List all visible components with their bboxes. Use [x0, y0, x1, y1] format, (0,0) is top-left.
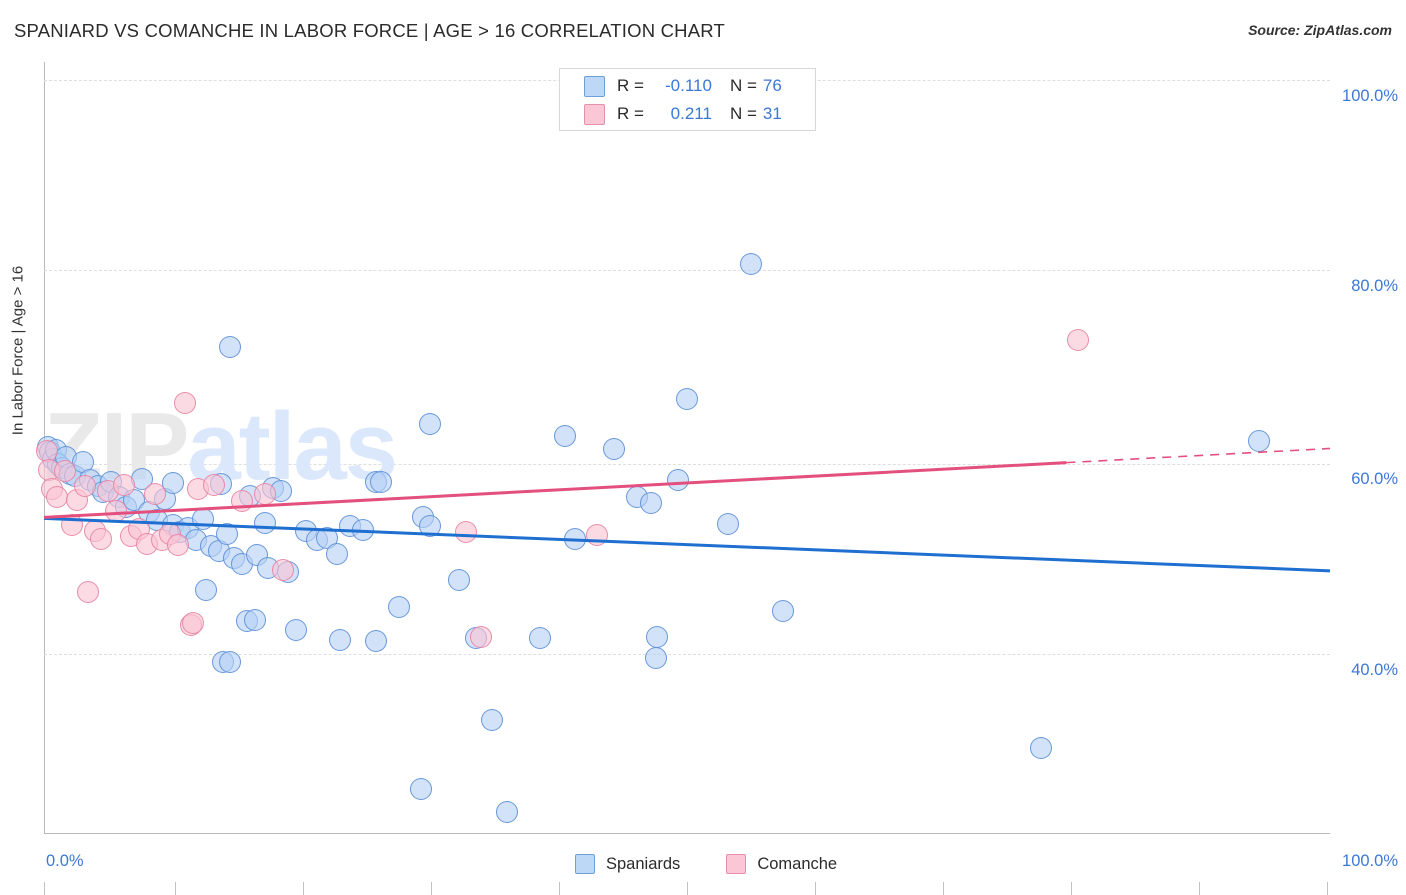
data-point-comanche — [182, 612, 205, 635]
data-point-spaniards — [676, 387, 698, 410]
x-tick — [559, 882, 560, 895]
data-point-spaniards — [564, 527, 587, 550]
data-point-comanche — [105, 499, 128, 522]
x-tick — [175, 882, 176, 895]
data-point-spaniards — [495, 800, 518, 823]
chart-header: SPANIARD VS COMANCHE IN LABOR FORCE | AG… — [0, 0, 1406, 56]
data-point-spaniards — [326, 543, 349, 566]
y-axis-tick-label: 60.0% — [1351, 470, 1398, 488]
data-point-comanche — [61, 514, 84, 537]
x-tick — [943, 882, 944, 895]
data-point-spaniards — [529, 626, 552, 649]
data-point-spaniards — [219, 651, 242, 674]
series-legend: Spaniards Comanche — [575, 851, 883, 877]
data-point-spaniards — [717, 513, 740, 536]
x-tick — [44, 882, 45, 895]
data-point-comanche — [143, 483, 166, 506]
gridline-60 — [44, 464, 1330, 465]
stats-n-label: N = — [729, 76, 757, 95]
data-point-spaniards — [553, 424, 576, 447]
legend-swatch-comanche — [726, 854, 747, 874]
data-point-comanche — [231, 489, 254, 512]
data-point-spaniards — [285, 619, 308, 642]
stats-n-label: N = — [729, 104, 757, 123]
stats-swatch-comanche — [584, 103, 605, 125]
data-point-comanche — [89, 527, 112, 550]
data-point-comanche — [202, 474, 225, 497]
legend-swatch-spaniards — [575, 854, 595, 874]
stats-row-comanche: R = 0.211 N = 31 — [560, 100, 817, 128]
data-point-spaniards — [448, 568, 471, 591]
data-point-spaniards — [215, 522, 238, 545]
data-point-spaniards — [351, 519, 374, 542]
data-point-comanche — [166, 533, 189, 556]
stats-r-value: 0.211 — [670, 104, 712, 123]
data-point-spaniards — [480, 709, 503, 732]
data-point-comanche — [454, 520, 477, 543]
y-axis-tick-label: 100.0% — [1342, 87, 1398, 105]
x-tick — [815, 882, 816, 895]
data-point-spaniards — [418, 515, 441, 538]
data-point-spaniards — [195, 579, 218, 602]
data-point-comanche — [45, 486, 68, 509]
y-axis-title: In Labor Force | Age > 16 — [9, 265, 27, 436]
data-point-comanche — [585, 523, 608, 546]
data-point-comanche — [1066, 328, 1089, 351]
x-tick — [303, 882, 304, 895]
stats-r-label: R = — [617, 76, 644, 95]
data-point-spaniards — [645, 647, 668, 670]
data-point-spaniards — [387, 595, 410, 618]
x-tick — [687, 882, 688, 895]
stats-r-value: -0.110 — [664, 76, 712, 95]
stats-r-label: R = — [617, 104, 644, 123]
data-point-spaniards — [369, 470, 392, 493]
data-point-comanche — [112, 474, 135, 497]
data-point-spaniards — [328, 628, 351, 651]
x-tick — [1199, 882, 1200, 895]
legend-item-spaniards[interactable]: Spaniards — [575, 854, 680, 874]
legend-label-spaniards: Spaniards — [606, 854, 681, 873]
data-point-spaniards — [639, 491, 662, 514]
scatter-plot-area: ZIPatlas — [35, 62, 1330, 895]
x-tick — [1071, 882, 1072, 895]
data-point-spaniards — [409, 778, 432, 801]
data-point-spaniards — [243, 609, 266, 632]
data-point-spaniards — [740, 252, 763, 275]
x-axis-min-label: 0.0% — [46, 852, 84, 870]
data-point-comanche — [53, 459, 76, 482]
data-point-spaniards — [1029, 736, 1052, 759]
stats-swatch-spaniards — [584, 75, 605, 97]
gridline-80 — [44, 270, 1330, 271]
data-point-spaniards — [666, 468, 689, 491]
source-attribution: Source: ZipAtlas.com — [1248, 22, 1392, 38]
legend-label-comanche: Comanche — [757, 854, 838, 873]
data-point-spaniards — [646, 625, 669, 648]
x-tick — [1327, 882, 1328, 895]
data-point-spaniards — [602, 438, 625, 461]
y-axis-tick-label: 40.0% — [1351, 661, 1398, 679]
data-point-comanche — [254, 483, 277, 506]
y-axis-tick-label: 80.0% — [1351, 277, 1398, 295]
legend-item-comanche[interactable]: Comanche — [726, 854, 837, 874]
data-point-spaniards — [1248, 429, 1271, 452]
correlation-stats-box: R = -0.110 N = 76 R = 0.211 N = 31 — [559, 68, 816, 131]
data-point-comanche — [272, 558, 295, 581]
data-point-spaniards — [772, 599, 795, 622]
stats-row-spaniards: R = -0.110 N = 76 — [560, 72, 817, 100]
data-point-spaniards — [254, 512, 277, 535]
data-point-comanche — [76, 581, 99, 604]
stats-n-value: 31 — [762, 104, 782, 123]
data-point-comanche — [174, 391, 197, 414]
data-point-spaniards — [418, 413, 441, 436]
page-title: SPANIARD VS COMANCHE IN LABOR FORCE | AG… — [14, 20, 725, 41]
data-point-spaniards — [219, 335, 242, 358]
x-tick — [431, 882, 432, 895]
stats-n-value: 76 — [762, 76, 782, 95]
data-point-spaniards — [364, 629, 387, 652]
data-point-spaniards — [192, 508, 215, 531]
data-point-comanche — [470, 625, 493, 648]
x-axis-max-label: 100.0% — [1342, 852, 1398, 870]
